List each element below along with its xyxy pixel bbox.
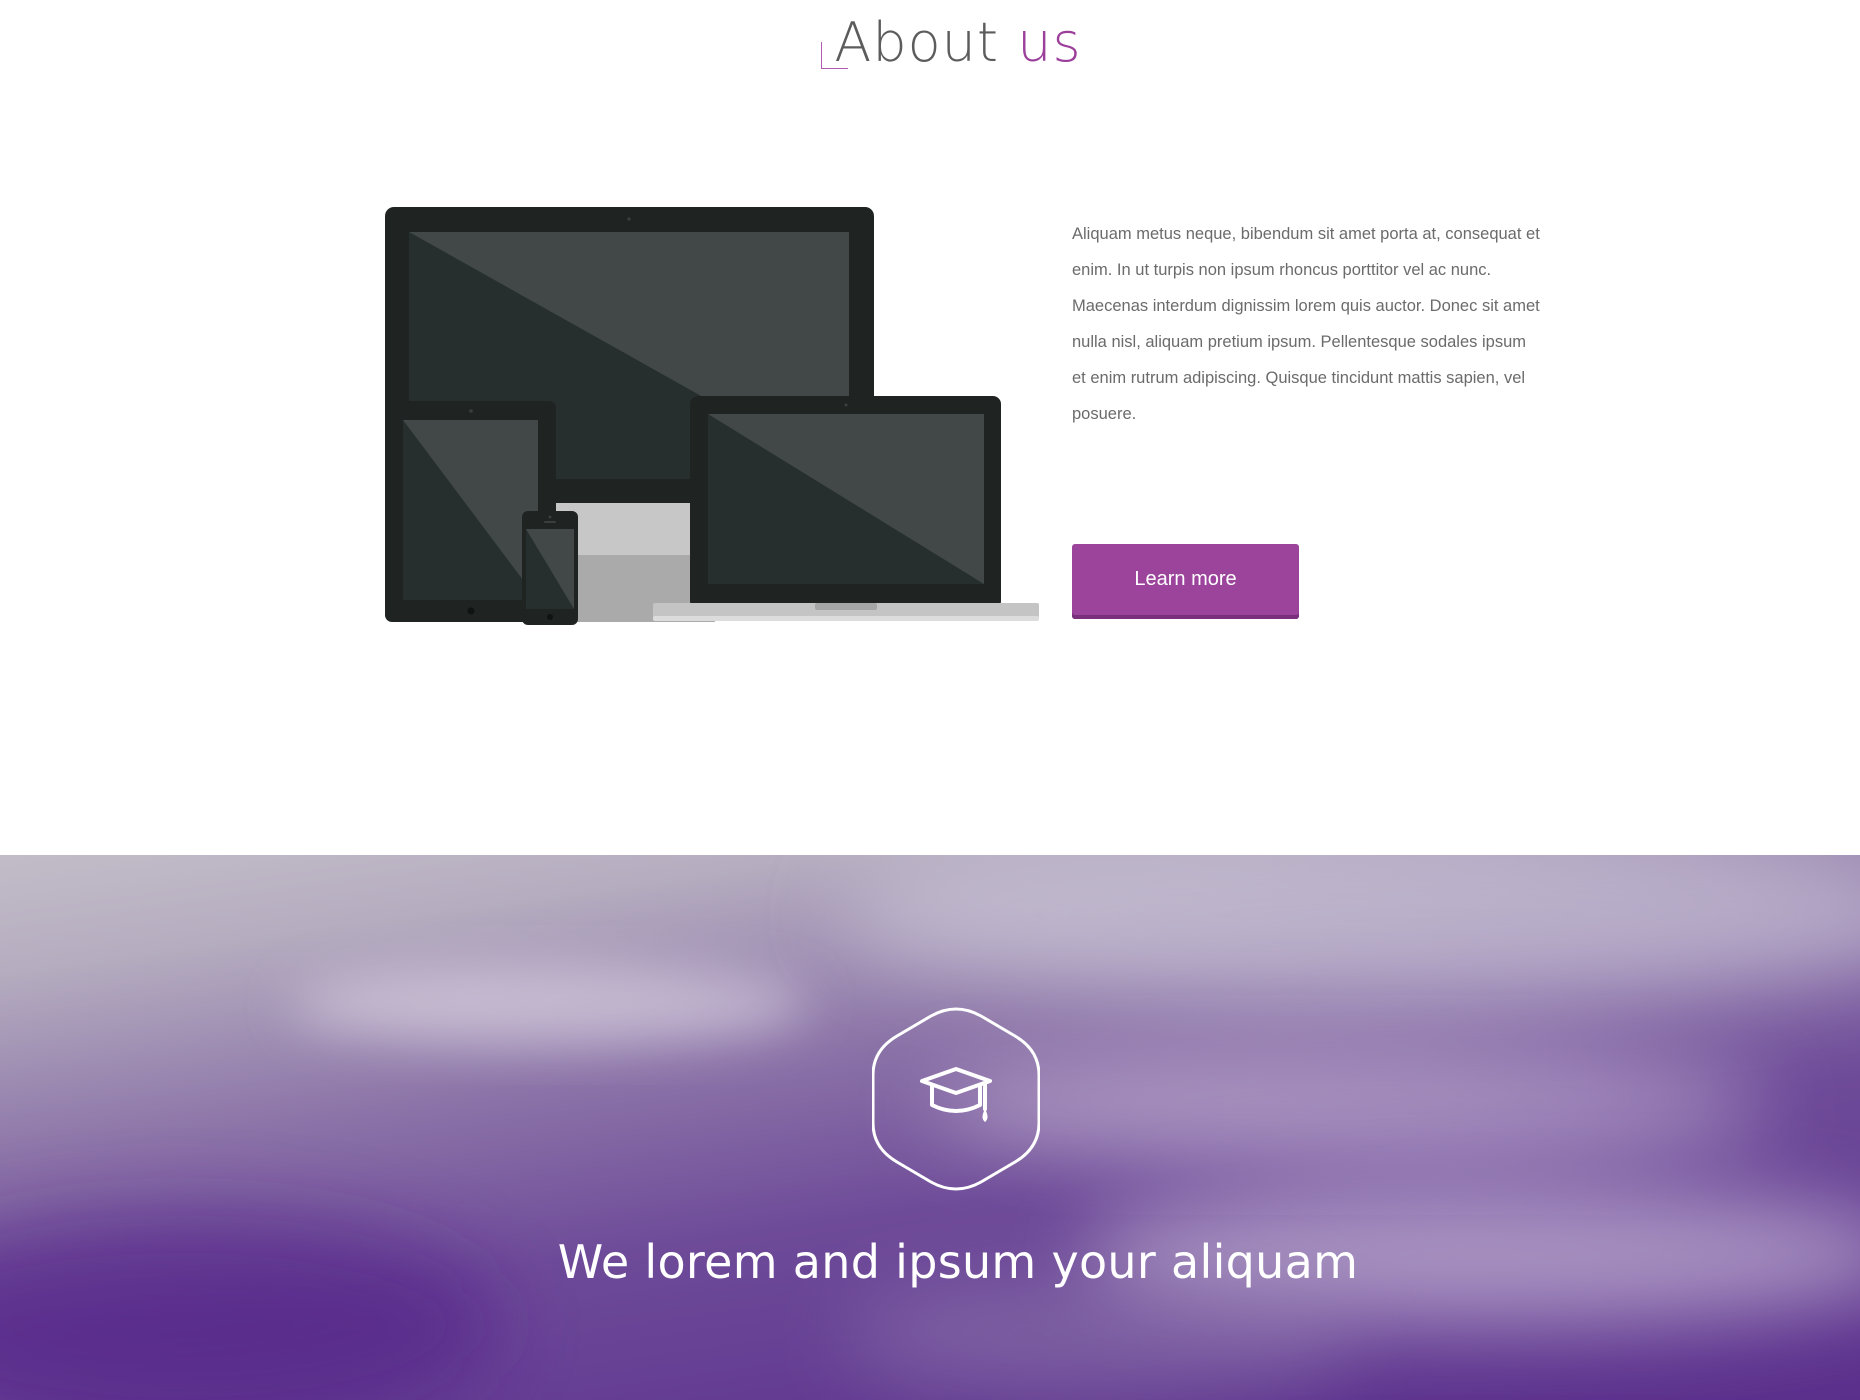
- page: About us Aliquam metus neque, bibendum s…: [0, 0, 1860, 1400]
- devices-illustration: [385, 207, 1039, 625]
- about-title-accent: us: [1017, 10, 1082, 74]
- title-corner-decoration: [821, 42, 848, 69]
- laptop: [653, 396, 1039, 621]
- about-description: Aliquam metus neque, bibendum sit amet p…: [1072, 225, 1540, 423]
- graduation-cap-icon: [872, 1007, 1040, 1191]
- hero-heading: We lorem and ipsum your aliquam: [557, 1235, 1359, 1289]
- about-section: About us Aliquam metus neque, bibendum s…: [0, 0, 1860, 855]
- about-title: About us: [0, 11, 1860, 74]
- phone: [522, 511, 578, 625]
- about-title-prefix: About: [834, 10, 1000, 74]
- learn-more-button[interactable]: Learn more: [1072, 544, 1299, 619]
- hero-section: We lorem and ipsum your aliquam: [0, 855, 1860, 1400]
